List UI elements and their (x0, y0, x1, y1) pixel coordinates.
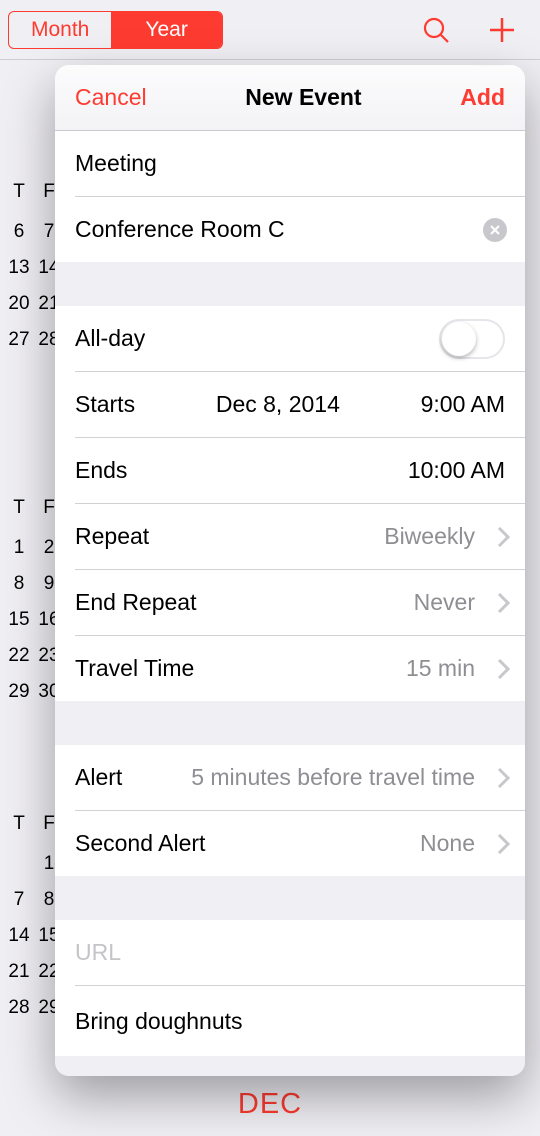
second-alert-value: None (420, 830, 475, 857)
starts-row[interactable]: Starts Dec 8, 2014 9:00 AM (55, 372, 525, 437)
alert-value: 5 minutes before travel time (191, 764, 475, 791)
repeat-row[interactable]: Repeat Biweekly (55, 504, 525, 569)
event-title-input[interactable] (75, 150, 470, 177)
month-footer-label: DEC (238, 1088, 302, 1121)
url-input[interactable] (75, 939, 470, 966)
alert-row[interactable]: Alert 5 minutes before travel time (55, 745, 525, 810)
chevron-right-icon (497, 526, 511, 548)
second-alert-row[interactable]: Second Alert None (55, 811, 525, 876)
cancel-button[interactable]: Cancel (75, 84, 147, 111)
chevron-right-icon (497, 658, 511, 680)
new-event-popover: Cancel New Event Add All-day (55, 65, 525, 1076)
event-title-row[interactable] (55, 131, 525, 196)
starts-date-value: Dec 8, 2014 (135, 391, 421, 418)
alert-label: Alert (75, 764, 122, 791)
ends-time-value: 10:00 AM (408, 457, 505, 484)
end-repeat-value: Never (414, 589, 475, 616)
chevron-right-icon (497, 592, 511, 614)
view-segmented-control[interactable]: Month Year (8, 11, 223, 49)
end-repeat-row[interactable]: End Repeat Never (55, 570, 525, 635)
search-icon[interactable] (420, 14, 452, 46)
url-row[interactable] (55, 920, 525, 985)
add-icon[interactable] (486, 14, 518, 46)
event-location-input[interactable] (75, 216, 470, 243)
allday-toggle[interactable] (439, 319, 505, 359)
travel-time-row[interactable]: Travel Time 15 min (55, 636, 525, 701)
ends-row[interactable]: Ends 10:00 AM (55, 438, 525, 503)
seg-month[interactable]: Month (9, 12, 111, 48)
notes-row[interactable] (55, 986, 525, 1056)
notes-input[interactable] (75, 1008, 470, 1035)
travel-time-value: 15 min (406, 655, 475, 682)
chevron-right-icon (497, 833, 511, 855)
end-repeat-label: End Repeat (75, 589, 196, 616)
repeat-value: Biweekly (384, 523, 475, 550)
ends-label: Ends (75, 457, 127, 484)
second-alert-label: Second Alert (75, 830, 205, 857)
allday-label: All-day (75, 325, 145, 352)
add-button[interactable]: Add (460, 84, 505, 111)
event-location-row[interactable] (55, 197, 525, 262)
allday-row: All-day (55, 306, 525, 371)
starts-time-value: 9:00 AM (421, 391, 505, 418)
popover-header: Cancel New Event Add (55, 65, 525, 131)
chevron-right-icon (497, 767, 511, 789)
clear-location-icon[interactable] (483, 218, 507, 242)
starts-label: Starts (75, 391, 135, 418)
travel-time-label: Travel Time (75, 655, 194, 682)
popover-body: All-day Starts Dec 8, 2014 9:00 AM Ends … (55, 131, 525, 1076)
repeat-label: Repeat (75, 523, 149, 550)
nav-bar: Month Year (0, 0, 540, 60)
popover-title: New Event (245, 84, 361, 111)
seg-year[interactable]: Year (111, 12, 221, 48)
